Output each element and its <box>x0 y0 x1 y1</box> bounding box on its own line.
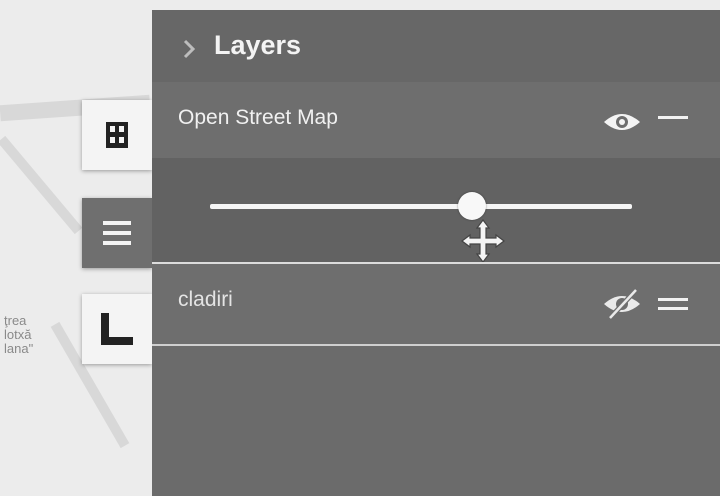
panel-header: Layers <box>152 10 720 82</box>
collapse-layer-icon[interactable] <box>658 116 688 119</box>
layers-panel: Layers Open Street Map cladiri <box>152 10 720 496</box>
layer-name: cladiri <box>178 288 233 311</box>
layers-list-icon <box>103 221 131 245</box>
layer-row-cladiri[interactable]: cladiri <box>152 262 720 346</box>
layer-name: Open Street Map <box>178 106 338 129</box>
eye-off-icon[interactable] <box>602 288 642 320</box>
measure-icon <box>101 313 133 345</box>
chevron-right-icon[interactable] <box>182 38 196 60</box>
layer-row-open-street-map[interactable]: Open Street Map <box>152 82 720 158</box>
opacity-slider[interactable] <box>210 192 632 220</box>
map-road <box>0 135 83 235</box>
grid-button[interactable] <box>82 100 152 170</box>
measure-button[interactable] <box>82 294 152 364</box>
panel-title: Layers <box>214 30 302 60</box>
eye-icon[interactable] <box>602 110 642 134</box>
drag-handle-icon[interactable] <box>658 298 688 316</box>
opacity-row <box>152 158 720 263</box>
layers-button[interactable] <box>82 198 152 268</box>
move-cursor-icon <box>461 219 505 263</box>
grid-icon <box>106 122 128 148</box>
opacity-slider-thumb[interactable] <box>457 192 486 220</box>
map-place-label: ţrea lotxă lana" <box>4 313 34 356</box>
